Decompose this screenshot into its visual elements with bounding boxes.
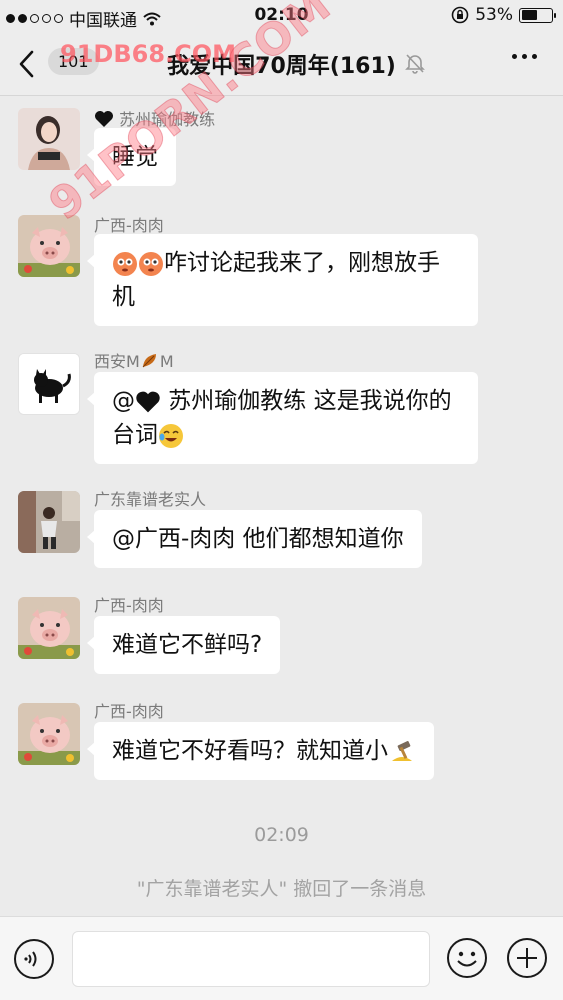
message-bubble[interactable]: 难道它不好看吗？就知道小	[87, 722, 434, 780]
message-text: @	[112, 388, 135, 414]
sender-name: 广西-肉肉	[94, 596, 164, 615]
input-bar	[0, 916, 563, 1000]
sender-name: 西安M M	[94, 348, 174, 372]
sender-name: 广西-肉肉	[94, 216, 164, 235]
battery-icon	[519, 7, 556, 23]
voice-input-button[interactable]	[14, 939, 54, 979]
rotation-lock-icon	[451, 6, 469, 24]
more-dot	[512, 54, 517, 59]
message-text: 难道它不好看吗？就知道小	[112, 738, 388, 764]
avatar[interactable]	[18, 215, 80, 277]
sender-label: 西安M	[94, 352, 140, 371]
more-dot	[522, 54, 527, 59]
smiley-icon	[447, 938, 487, 978]
message-text: @广西-肉肉 他们都想知道你	[112, 526, 404, 552]
avatar[interactable]	[18, 108, 80, 170]
flushed-face-emoji-icon	[113, 251, 137, 276]
message-bubble[interactable]: @广西-肉肉 他们都想知道你	[87, 510, 422, 568]
mute-bell-icon	[405, 54, 425, 74]
sender-name: 苏州瑜伽教练	[94, 106, 215, 130]
message-bubble[interactable]: 难道它不鲜吗?	[86, 616, 281, 674]
sender-label-suffix: M	[159, 352, 174, 371]
plus-icon	[507, 938, 547, 978]
sender-name: 广东靠谱老实人	[94, 490, 207, 509]
message-input[interactable]	[72, 931, 430, 987]
message-bubble[interactable]: 咋讨论起我来了，刚想放手机	[87, 234, 478, 326]
message-bubble[interactable]: @ 苏州瑜伽教练 这是我说你的台词	[87, 372, 478, 464]
time-separator: 02:09	[254, 824, 309, 846]
battery-level	[521, 10, 537, 20]
battery-percent: 53%	[475, 5, 513, 25]
voice-icon	[24, 951, 37, 967]
emoji-button[interactable]	[446, 937, 488, 979]
message-text: 睡觉	[112, 144, 158, 170]
status-bar: 中国联通 02:10 53%	[0, 0, 563, 32]
chat-title: 我爱中国70周年(161)	[167, 54, 396, 79]
avatar[interactable]	[18, 703, 80, 765]
black-heart-icon	[95, 111, 113, 127]
status-right: 53%	[451, 5, 556, 25]
more-functions-button[interactable]	[506, 937, 548, 979]
black-heart-icon	[136, 391, 160, 412]
message-text: 难道它不鲜吗?	[112, 632, 263, 658]
avatar[interactable]	[18, 597, 80, 659]
laughing-tears-emoji-icon	[159, 423, 183, 448]
avatar[interactable]	[18, 491, 80, 553]
more-dot	[532, 54, 537, 59]
recall-notice: "广东靠谱老实人" 撤回了一条消息	[136, 878, 427, 900]
hammer-emoji-icon	[392, 740, 412, 761]
more-options-button[interactable]	[512, 54, 537, 59]
fallen-leaf-icon	[142, 354, 156, 368]
flushed-face-emoji-icon	[139, 251, 163, 276]
avatar[interactable]	[18, 353, 80, 415]
sender-label: 苏州瑜伽教练	[119, 110, 216, 129]
sender-name: 广西-肉肉	[94, 702, 164, 721]
chat-header: 101 我爱中国70周年(161)	[0, 32, 563, 96]
message-bubble[interactable]: 睡觉	[87, 128, 176, 186]
